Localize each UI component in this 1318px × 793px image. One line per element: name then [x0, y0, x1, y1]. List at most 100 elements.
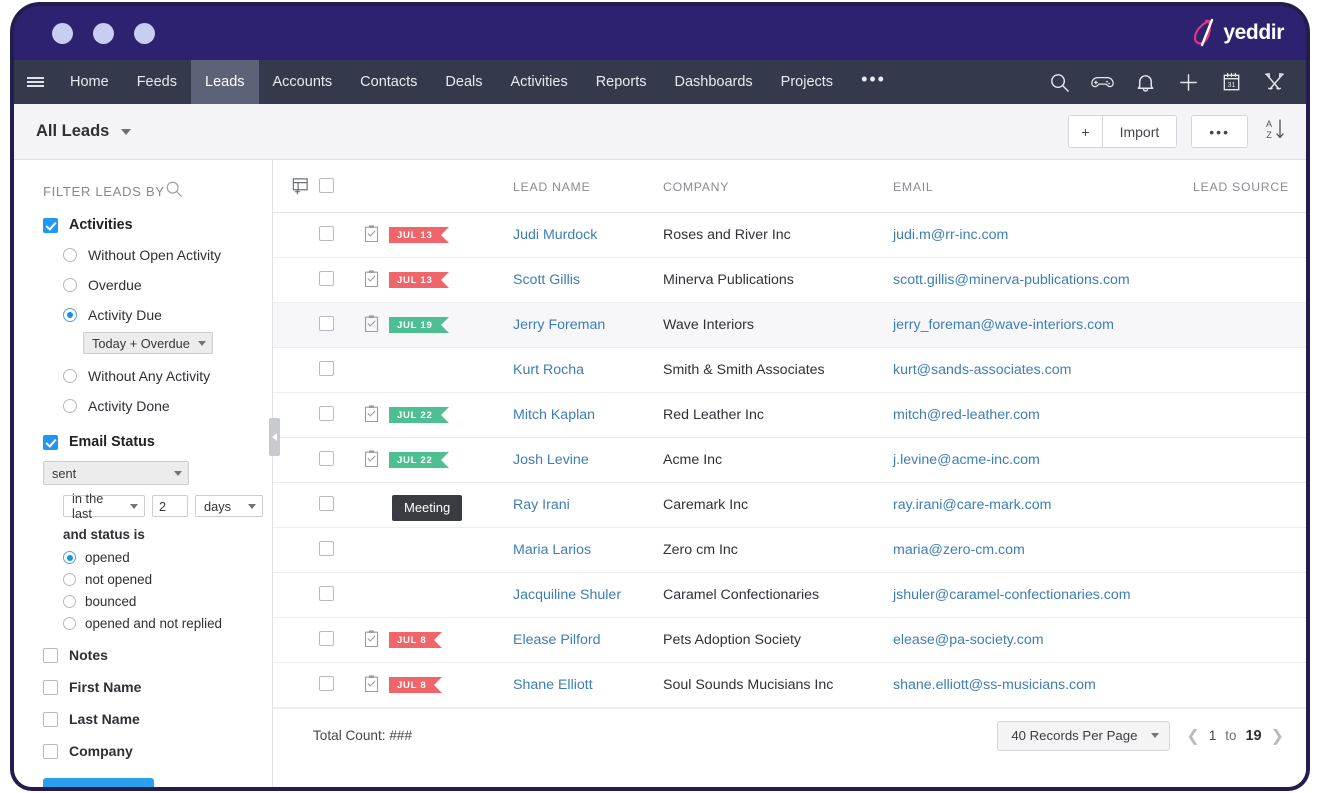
row-lead-name[interactable]: Ray Irani — [513, 482, 663, 528]
table-row[interactable]: JUL 13 Judi Murdock Roses and River Inc jud… — [273, 212, 1306, 258]
row-select-cell[interactable] — [319, 347, 363, 393]
activity-date-flag[interactable]: JUL 22 — [389, 452, 449, 468]
activity-date-flag[interactable]: JUL 8 — [389, 677, 443, 693]
filter-notes-toggle[interactable]: Notes — [43, 647, 272, 663]
nav-item-home[interactable]: Home — [56, 60, 123, 104]
row-lead-name[interactable]: Jacquiline Shuler — [513, 572, 663, 618]
row-checkbox[interactable] — [319, 675, 334, 691]
column-lead-name[interactable]: LEAD NAME — [513, 160, 663, 213]
radio-button[interactable] — [63, 308, 77, 322]
radio-button[interactable] — [63, 551, 76, 564]
column-select-all[interactable] — [319, 160, 363, 213]
row-email[interactable]: jshuler@caramel-confectionaries.com — [893, 572, 1193, 618]
checkbox-first-name[interactable] — [43, 679, 58, 695]
row-select-cell[interactable] — [319, 302, 363, 348]
row-lead-name[interactable]: Maria Larios — [513, 527, 663, 573]
window-maximize-dot[interactable] — [134, 23, 155, 44]
row-checkbox[interactable] — [319, 405, 334, 421]
filter-first-name-toggle[interactable]: First Name — [43, 679, 272, 695]
search-icon[interactable] — [165, 180, 183, 203]
row-email[interactable]: j.levine@acme-inc.com — [893, 437, 1193, 483]
row-email[interactable]: maria@zero-cm.com — [893, 527, 1193, 573]
sidebar-collapse-handle[interactable] — [269, 418, 280, 456]
table-row[interactable]: JUL 13 Scott Gillis Minerva Publications sc… — [273, 257, 1306, 303]
row-lead-name[interactable]: Jerry Foreman — [513, 302, 663, 348]
radio-opened[interactable]: opened — [43, 550, 272, 565]
table-row[interactable]: JUL 22 Josh Levine Acme Inc j.levine@acme-i… — [273, 437, 1306, 483]
checkbox-notes[interactable] — [43, 647, 58, 663]
nav-item-accounts[interactable]: Accounts — [259, 60, 347, 104]
add-column-icon[interactable] — [291, 178, 310, 198]
next-page-button[interactable]: ❯ — [1271, 726, 1284, 746]
chevron-down-icon[interactable] — [121, 128, 132, 135]
import-button[interactable]: Import — [1101, 116, 1177, 147]
add-lead-button[interactable]: + — [1069, 116, 1102, 147]
row-checkbox[interactable] — [319, 495, 334, 511]
checkbox-email-status[interactable] — [43, 434, 58, 450]
calendar-icon[interactable]: 31 — [1220, 71, 1243, 94]
row-checkbox[interactable] — [319, 225, 334, 241]
nav-item-leads[interactable]: Leads — [191, 60, 259, 104]
table-row[interactable]: JUL 19 Jerry Foreman Wave Interiors jerry_f… — [273, 302, 1306, 348]
radio-button[interactable] — [63, 617, 76, 630]
column-grid-settings[interactable] — [273, 160, 319, 213]
radio-without-open-activity[interactable]: Without Open Activity — [43, 247, 272, 263]
radio-button[interactable] — [63, 573, 76, 586]
row-email[interactable]: jerry_foreman@wave-interiors.com — [893, 302, 1193, 348]
row-email[interactable]: kurt@sands-associates.com — [893, 347, 1193, 393]
table-row[interactable]: Jacquiline Shuler Caramel Confectionaries… — [273, 572, 1306, 618]
row-lead-name[interactable]: Shane Elliott — [513, 662, 663, 708]
radio-button[interactable] — [63, 595, 76, 608]
radio-opened-not-replied[interactable]: opened and not replied — [43, 616, 272, 631]
activity-due-select[interactable]: Today + Overdue — [83, 332, 213, 354]
row-lead-name[interactable]: Mitch Kaplan — [513, 392, 663, 438]
nav-item-deals[interactable]: Deals — [431, 60, 496, 104]
radio-without-any-activity[interactable]: Without Any Activity — [43, 368, 272, 384]
sort-az-icon[interactable]: A Z — [1262, 116, 1288, 147]
row-checkbox[interactable] — [319, 540, 334, 556]
row-lead-name[interactable]: Judi Murdock — [513, 212, 663, 258]
app-logo[interactable]: yeddir — [1187, 16, 1284, 50]
row-select-cell[interactable] — [319, 257, 363, 303]
apply-filter-button[interactable]: Apply Filter — [43, 778, 154, 787]
radio-not-opened[interactable]: not opened — [43, 572, 272, 587]
nav-item-activities[interactable]: Activities — [496, 60, 581, 104]
prev-page-button[interactable]: ❮ — [1186, 726, 1199, 746]
email-when-select[interactable]: in the last — [63, 491, 145, 521]
row-lead-name[interactable]: Josh Levine — [513, 437, 663, 483]
row-select-cell[interactable] — [319, 662, 363, 708]
tools-icon[interactable] — [1263, 71, 1286, 94]
table-row[interactable]: JUL 8 Elease Pilford Pets Adoption Society… — [273, 617, 1306, 663]
row-lead-name[interactable]: Kurt Rocha — [513, 347, 663, 393]
activity-date-flag[interactable]: JUL 13 — [389, 272, 449, 288]
radio-button[interactable] — [63, 278, 77, 292]
table-row[interactable]: JUL 22 Mitch Kaplan Red Leather Inc mitch@r… — [273, 392, 1306, 438]
row-lead-name[interactable]: Elease Pilford — [513, 617, 663, 663]
row-email[interactable]: judi.m@rr-inc.com — [893, 212, 1193, 258]
row-select-cell[interactable] — [319, 527, 363, 573]
records-per-page-select[interactable]: 40 Records Per Page — [997, 720, 1171, 751]
search-icon[interactable] — [1048, 71, 1071, 94]
row-select-cell[interactable] — [319, 392, 363, 438]
row-checkbox[interactable] — [319, 630, 334, 646]
row-checkbox[interactable] — [319, 270, 334, 286]
row-email[interactable]: scott.gillis@minerva-publications.com — [893, 257, 1193, 303]
radio-overdue[interactable]: Overdue — [43, 277, 272, 293]
checkbox-activities[interactable] — [43, 217, 58, 233]
row-email[interactable]: elease@pa-society.com — [893, 617, 1193, 663]
bell-icon[interactable] — [1134, 71, 1157, 94]
radio-activity-due[interactable]: Activity Due — [43, 307, 272, 323]
filter-company-toggle[interactable]: Company — [43, 743, 272, 759]
email-status-select[interactable]: sent — [43, 461, 189, 485]
filter-email-status-toggle[interactable]: Email Status — [43, 434, 272, 450]
row-checkbox[interactable] — [319, 360, 334, 376]
table-row[interactable]: Kurt Rocha Smith & Smith Associates kurt@s… — [273, 347, 1306, 393]
row-select-cell[interactable] — [319, 212, 363, 258]
nav-item-dashboards[interactable]: Dashboards — [660, 60, 766, 104]
radio-button[interactable] — [63, 369, 77, 383]
row-select-cell[interactable] — [319, 617, 363, 663]
row-select-cell[interactable] — [319, 482, 363, 528]
radio-button[interactable] — [63, 248, 77, 262]
row-checkbox[interactable] — [319, 450, 334, 466]
radio-button[interactable] — [63, 399, 77, 413]
